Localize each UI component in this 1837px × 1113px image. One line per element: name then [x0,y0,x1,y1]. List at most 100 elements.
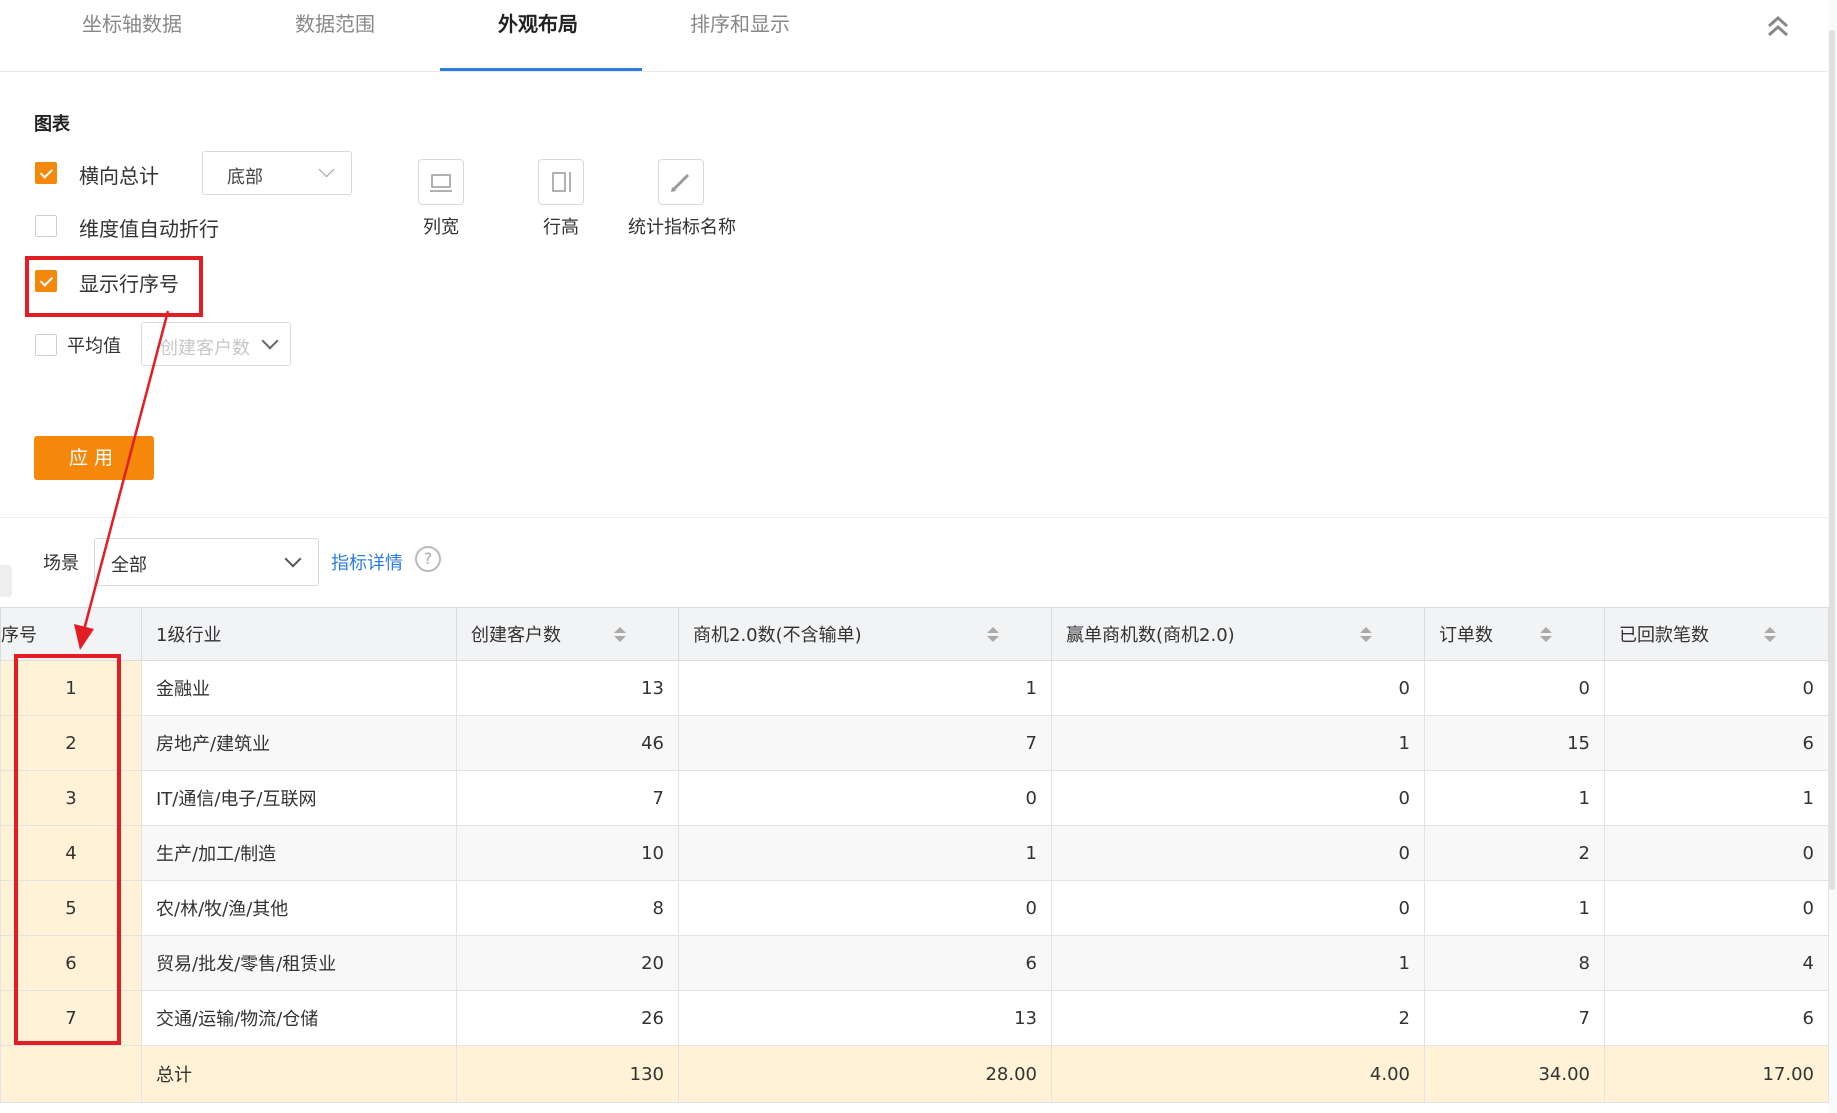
column-header-opportunities[interactable]: 商机2.0数(不含输单) [678,607,1052,661]
double-chevron-up-icon[interactable] [1764,12,1792,40]
table-row: 6 贸易/批发/零售/租赁业 20 6 1 8 4 [0,935,1829,991]
help-icon[interactable]: ? [415,546,441,572]
value-cell: 1 [678,825,1052,881]
average-metric-select[interactable]: 创建客户数 [141,322,291,366]
value-cell: 0 [1604,880,1829,936]
apply-button[interactable]: 应用 [34,436,154,480]
pencil-icon [671,173,690,192]
value-cell: 0 [1051,825,1425,881]
value-cell: 1 [678,660,1052,716]
row-height-button[interactable] [538,159,584,205]
value-cell: 0 [1604,825,1829,881]
value-cell: 13 [456,660,679,716]
column-header-orders[interactable]: 订单数 [1424,607,1605,661]
value-cell: 6 [678,935,1052,991]
row-height-label: 行高 [543,217,579,238]
tab-sort-display[interactable]: 排序和显示 [690,8,790,37]
total-value-cell: 17.00 [1604,1045,1829,1103]
section-title-chart: 图表 [34,114,70,135]
chevron-down-icon [318,161,335,178]
panel-resize-handle[interactable] [0,565,12,597]
tab-data-range[interactable]: 数据范围 [295,8,375,37]
column-header-seq: 序号 [0,607,142,661]
auto-wrap-label: 维度值自动折行 [79,217,219,241]
total-value-cell: 28.00 [678,1045,1052,1103]
value-cell: 0 [1051,880,1425,936]
total-position-value: 底部 [227,167,263,188]
value-cell: 8 [1424,935,1605,991]
value-cell: 0 [678,770,1052,826]
table-row: 2 房地产/建筑业 46 7 1 15 6 [0,715,1829,771]
value-cell: 8 [456,880,679,936]
column-header-won-opportunities[interactable]: 赢单商机数(商机2.0) [1051,607,1425,661]
value-cell: 2 [1424,825,1605,881]
tab-appearance-layout[interactable]: 外观布局 [498,8,578,37]
horizontal-total-label: 横向总计 [79,164,159,188]
chevron-down-icon [261,332,279,350]
column-width-label: 列宽 [423,217,459,238]
value-cell: 1 [1424,880,1605,936]
value-cell: 2 [1051,990,1425,1046]
horizontal-total-checkbox[interactable] [35,162,57,184]
section-divider [0,517,1828,518]
data-table: 序号 1级行业 创建客户数 商机2.0数(不含输单) 赢单商机数(商机2.0) … [0,607,1829,1103]
chevron-down-icon [284,550,302,568]
sort-icon[interactable] [1764,627,1776,643]
total-seq-cell [0,1045,142,1103]
auto-wrap-checkbox[interactable] [35,215,57,237]
tab-axis-data[interactable]: 坐标轴数据 [82,8,182,37]
tab-divider [0,71,1828,72]
total-value-cell: 4.00 [1051,1045,1425,1103]
value-cell: 0 [678,880,1052,936]
industry-cell: 农/林/牧/渔/其他 [141,880,457,936]
scrollbar-thumb[interactable] [1829,30,1835,890]
row-height-icon [552,172,571,192]
table-total-row: 总计 130 28.00 4.00 34.00 17.00 [0,1045,1829,1103]
table-row: 4 生产/加工/制造 10 1 0 2 0 [0,825,1829,881]
value-cell: 26 [456,990,679,1046]
table-row: 7 交通/运输/物流/仓储 26 13 2 7 6 [0,990,1829,1046]
total-label-cell: 总计 [141,1045,457,1103]
column-header-industry: 1级行业 [141,607,457,661]
value-cell: 0 [1051,770,1425,826]
column-header-payments[interactable]: 已回款笔数 [1604,607,1829,661]
table-header-row: 序号 1级行业 创建客户数 商机2.0数(不含输单) 赢单商机数(商机2.0) … [0,607,1829,661]
total-position-select[interactable]: 底部 [202,151,352,195]
average-label: 平均值 [67,336,121,357]
metric-name-button[interactable] [658,159,704,205]
table-row: 3 IT/通信/电子/互联网 7 0 0 1 1 [0,770,1829,826]
value-cell: 6 [1604,715,1829,771]
sort-icon[interactable] [987,627,999,643]
sort-icon[interactable] [614,627,626,643]
average-metric-placeholder: 创建客户数 [160,338,250,359]
value-cell: 6 [1604,990,1829,1046]
value-cell: 0 [1424,660,1605,716]
value-cell: 7 [456,770,679,826]
industry-cell: 金融业 [141,660,457,716]
value-cell: 1 [1051,935,1425,991]
industry-cell: 贸易/批发/零售/租赁业 [141,935,457,991]
sort-icon[interactable] [1360,627,1372,643]
sort-icon[interactable] [1540,627,1552,643]
industry-cell: IT/通信/电子/互联网 [141,770,457,826]
metric-detail-link[interactable]: 指标详情 [331,549,403,575]
industry-cell: 生产/加工/制造 [141,825,457,881]
annotation-box-row-numbers [14,654,121,1045]
value-cell: 1 [1604,770,1829,826]
industry-cell: 交通/运输/物流/仓储 [141,990,457,1046]
column-width-button[interactable] [418,159,464,205]
value-cell: 1 [1424,770,1605,826]
average-checkbox[interactable] [35,334,57,356]
value-cell: 10 [456,825,679,881]
value-cell: 13 [678,990,1052,1046]
scene-select[interactable]: 全部 [94,538,319,586]
scene-value: 全部 [111,555,147,576]
value-cell: 1 [1051,715,1425,771]
value-cell: 0 [1604,660,1829,716]
total-value-cell: 130 [456,1045,679,1103]
column-header-customers[interactable]: 创建客户数 [456,607,679,661]
value-cell: 7 [1424,990,1605,1046]
value-cell: 46 [456,715,679,771]
total-value-cell: 34.00 [1424,1045,1605,1103]
value-cell: 20 [456,935,679,991]
